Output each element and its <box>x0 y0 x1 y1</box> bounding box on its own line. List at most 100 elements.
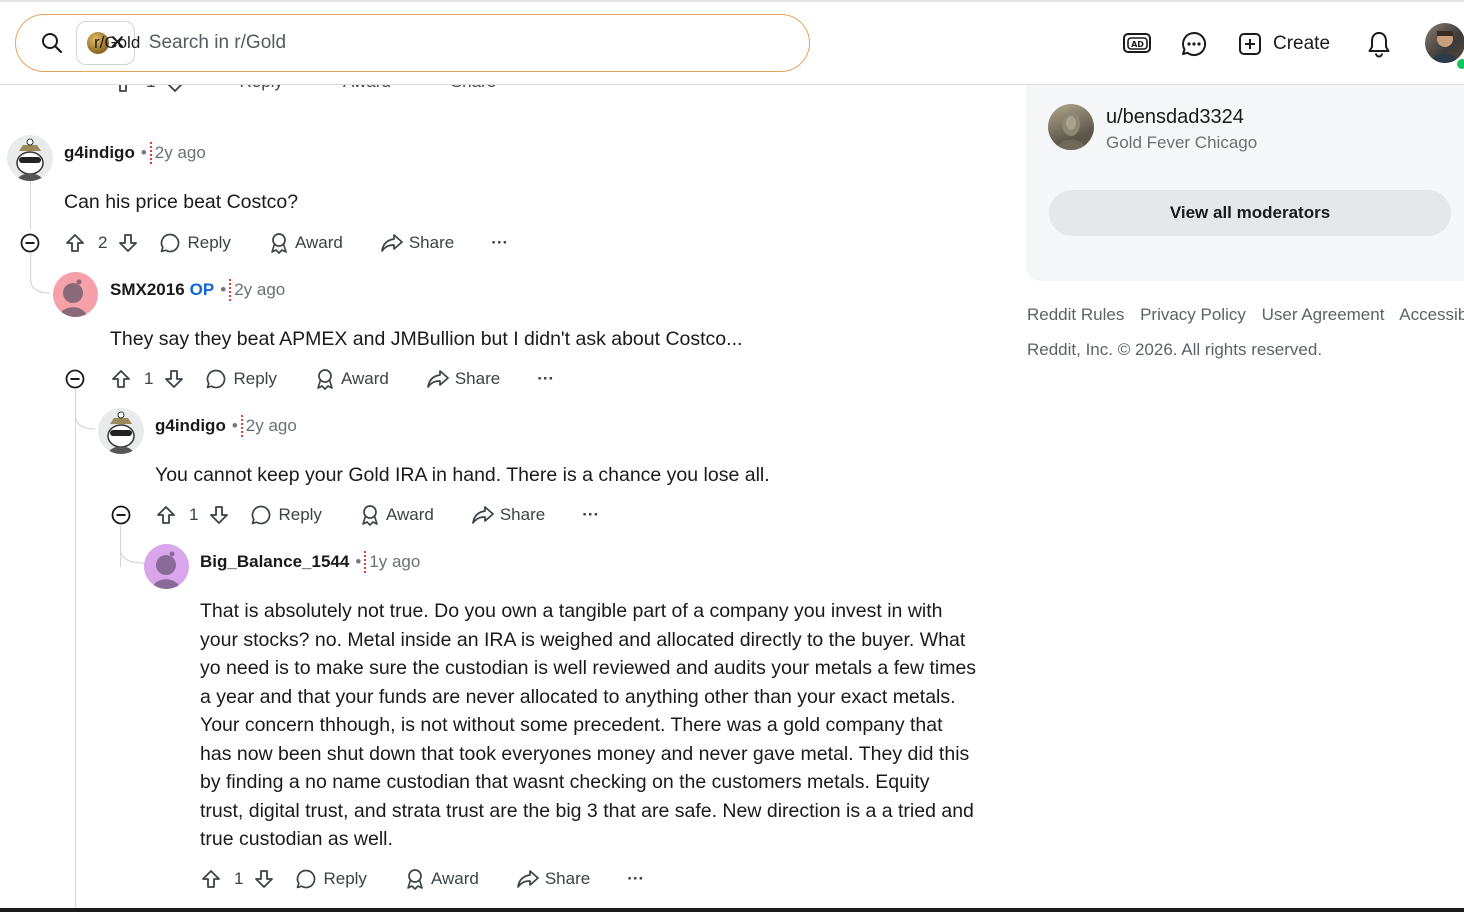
upvote-icon <box>66 234 84 252</box>
comment-line: has now been shut down that took everyon… <box>200 742 970 765</box>
reply-button[interactable]: Reply <box>295 868 367 890</box>
vote-count: 1 <box>189 505 199 524</box>
award-button[interactable]: Award <box>268 232 343 254</box>
search-input[interactable] <box>146 31 711 55</box>
vote-count: 1 <box>144 369 154 388</box>
award-label: Award <box>294 233 343 252</box>
comment-line: yo need is to make sure the custodian is… <box>200 657 977 679</box>
comment-time[interactable]: 1y ago <box>369 552 420 572</box>
comment-line: trust, digital trust, and strata trust a… <box>200 799 974 822</box>
comment-header: Big_Balance_1544 • 1y ago <box>200 551 421 573</box>
user-avatar[interactable] <box>53 272 98 317</box>
more-options-button[interactable]: ··· <box>582 505 599 525</box>
comment-actions: 2 Reply Award Share ··· <box>64 228 508 258</box>
reply-button[interactable]: Reply <box>205 368 277 390</box>
comment-author[interactable]: SMX2016 <box>110 280 185 300</box>
create-button[interactable]: Create <box>1237 28 1330 60</box>
reply-button[interactable]: Reply <box>159 232 231 254</box>
collapse-thread-icon[interactable] <box>20 233 40 253</box>
comment-header: SMX2016 OP • 2y ago <box>110 279 286 301</box>
upvote-button[interactable] <box>110 368 132 390</box>
search-icon <box>40 31 64 55</box>
comment-body: That is absolutely not true. Do you own … <box>200 597 1000 854</box>
footer-link-reddit-rules[interactable]: Reddit Rules <box>1027 305 1124 324</box>
user-avatar[interactable] <box>7 135 53 181</box>
moderator-avatar[interactable] <box>1048 104 1094 150</box>
more-options-button[interactable]: ··· <box>537 369 554 389</box>
footer-link-user-agreement[interactable]: User Agreement <box>1262 305 1385 324</box>
upvote-icon <box>202 870 220 888</box>
user-avatar[interactable] <box>144 544 189 589</box>
bell-icon[interactable] <box>1363 28 1395 60</box>
award-icon <box>271 233 287 254</box>
share-button[interactable]: Share <box>426 368 500 390</box>
share-button[interactable]: Share <box>471 504 545 526</box>
downvote-button[interactable] <box>163 368 185 390</box>
vote-count: 1 <box>234 869 244 888</box>
downvote-button[interactable] <box>253 868 275 890</box>
comment-body: Can his price beat Costco? <box>64 191 299 213</box>
upvote-button[interactable] <box>64 232 86 254</box>
award-button[interactable]: Award <box>314 368 389 390</box>
moderators-card <box>1026 85 1464 281</box>
award-button[interactable]: Award <box>359 504 434 526</box>
plus-square-icon <box>1239 33 1261 55</box>
reply-button[interactable]: Reply <box>250 504 322 526</box>
upvote-icon <box>157 506 175 524</box>
comment-header: g4indigo • 2y ago <box>64 142 206 164</box>
more-options-button[interactable]: ··· <box>491 233 508 253</box>
moderator-name[interactable]: u/bensdad3324 <box>1106 106 1244 129</box>
footer-link-accessibility[interactable]: Accessibility <box>1399 305 1464 324</box>
reply-icon <box>161 233 180 253</box>
comment-time[interactable]: 2y ago <box>155 143 206 163</box>
share-button[interactable]: Share <box>516 868 590 890</box>
collapse-thread-icon[interactable] <box>65 369 85 389</box>
bottom-border <box>0 908 1464 912</box>
advertise-icon[interactable]: AD <box>1121 28 1153 60</box>
view-all-moderators-button[interactable]: View all moderators <box>1049 190 1451 236</box>
comment-time[interactable]: 2y ago <box>246 416 297 436</box>
footer-link-privacy-policy[interactable]: Privacy Policy <box>1140 305 1246 324</box>
thread-line <box>75 390 76 910</box>
more-options-button[interactable]: ··· <box>627 869 644 889</box>
share-button[interactable]: Share <box>380 232 454 254</box>
reply-label: Reply <box>323 869 367 888</box>
award-label: Award <box>385 505 434 524</box>
upvote-button[interactable] <box>200 868 222 890</box>
share-icon <box>426 370 449 388</box>
comment-actions: 1 Reply Award Share ··· <box>155 500 599 530</box>
collapse-thread-icon[interactable] <box>111 505 131 525</box>
search-bar[interactable]: r/Gold ✕ <box>15 14 810 72</box>
comment-time[interactable]: 2y ago <box>234 280 285 300</box>
subreddit-chip-label: r/Gold <box>94 32 141 52</box>
comment-line: That is absolutely not true. Do you own … <box>200 600 943 622</box>
comment-line: a year and that your funds are never all… <box>200 685 956 708</box>
award-icon <box>407 869 423 890</box>
comment-author[interactable]: g4indigo <box>64 143 135 163</box>
op-badge: OP <box>189 280 215 299</box>
award-label: Award <box>340 369 389 388</box>
downvote-button[interactable] <box>208 504 230 526</box>
vote-count: 2 <box>98 233 108 252</box>
comment-body: You cannot keep your Gold IRA in hand. T… <box>155 464 770 486</box>
svg-text:AD: AD <box>1131 40 1144 49</box>
share-label: Share <box>454 369 501 388</box>
upvote-button[interactable] <box>155 504 177 526</box>
award-button[interactable]: Award <box>404 868 479 890</box>
subreddit-chip[interactable]: r/Gold ✕ <box>76 21 140 65</box>
award-label: Award <box>430 869 479 888</box>
award-icon <box>362 505 378 526</box>
comment-header: g4indigo • 2y ago <box>155 415 297 437</box>
create-label: Create <box>1273 33 1331 54</box>
downvote-button[interactable] <box>117 232 139 254</box>
user-avatar[interactable] <box>98 408 144 454</box>
reply-icon <box>297 869 316 889</box>
chat-icon[interactable] <box>1178 28 1210 60</box>
comment-author[interactable]: g4indigo <box>155 416 226 436</box>
share-label: Share <box>544 869 591 888</box>
comment-actions: 1 Reply Award Share ··· <box>200 864 644 894</box>
moderator-flair: Gold Fever Chicago <box>1106 133 1258 152</box>
reply-label: Reply <box>187 233 231 252</box>
comment-author[interactable]: Big_Balance_1544 <box>200 552 349 572</box>
reply-label: Reply <box>278 505 322 524</box>
